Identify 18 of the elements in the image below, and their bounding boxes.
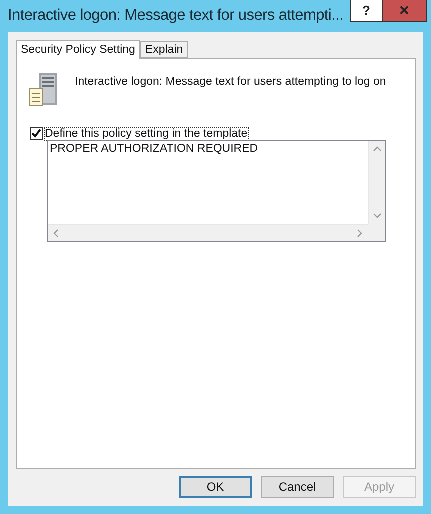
- vertical-scrollbar[interactable]: [368, 141, 385, 224]
- policy-name: Interactive logon: Message text for users attempting to log on: [75, 76, 386, 88]
- checkbox-label[interactable]: Define this policy setting in the template: [45, 128, 248, 140]
- scroll-down-icon[interactable]: [372, 211, 382, 220]
- scroll-up-icon[interactable]: [372, 145, 382, 154]
- checkbox[interactable]: [30, 127, 43, 140]
- help-button[interactable]: ?: [350, 0, 383, 22]
- window-title: Interactive logon: Message text for users attempti...: [8, 7, 344, 25]
- tab[interactable]: Security Policy Setting: [16, 40, 140, 59]
- close-button[interactable]: ×: [383, 0, 427, 22]
- dialog-button[interactable]: OK: [179, 476, 252, 498]
- tab[interactable]: Explain: [140, 41, 188, 58]
- message-text-field[interactable]: PROPER AUTHORIZATION REQUIRED: [48, 141, 368, 224]
- horizontal-scrollbar[interactable]: [48, 224, 368, 241]
- scroll-right-icon[interactable]: [355, 228, 364, 238]
- dialog-button[interactable]: Cancel: [261, 476, 334, 498]
- scroll-left-icon[interactable]: [52, 228, 61, 238]
- message-text-box[interactable]: PROPER AUTHORIZATION REQUIRED: [47, 140, 386, 242]
